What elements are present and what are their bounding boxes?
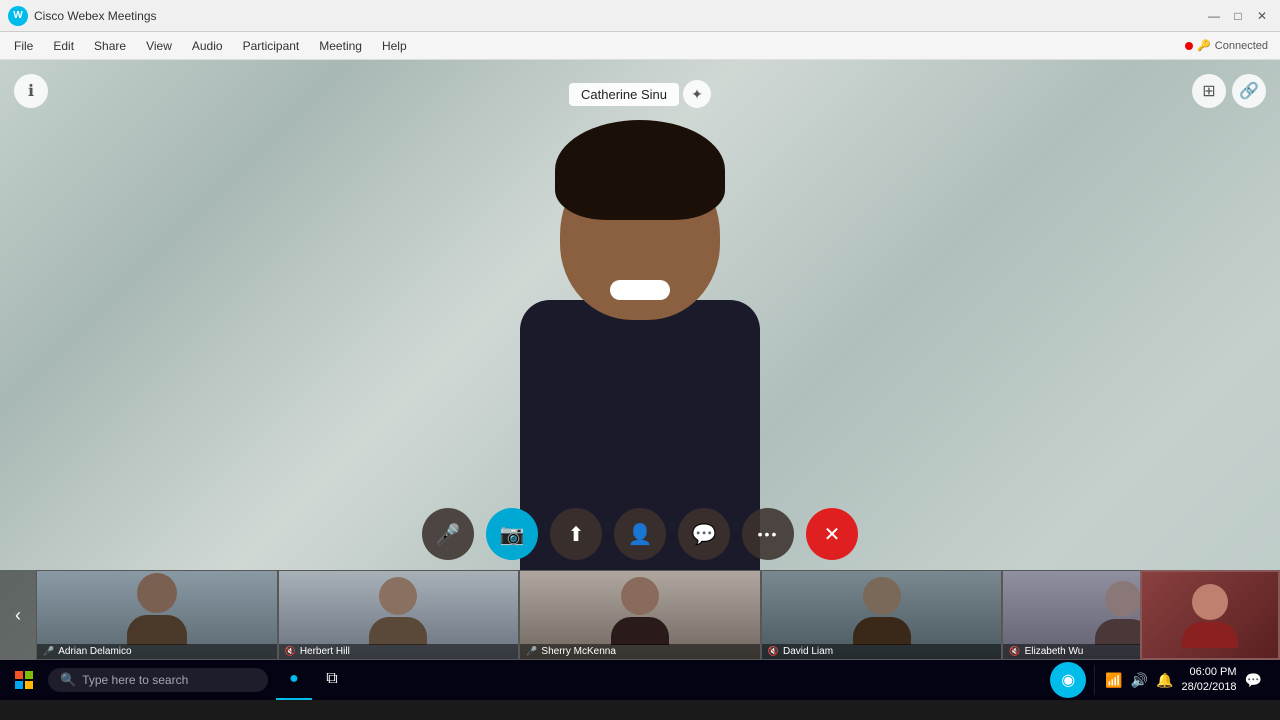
participant-tile-1[interactable]: 🎤 Adrian Delamico bbox=[36, 570, 278, 660]
menu-help[interactable]: Help bbox=[372, 37, 417, 55]
lock-icon: 🔑 bbox=[1197, 39, 1211, 52]
participant-tile-3[interactable]: 🎤 Sherry McKenna bbox=[519, 570, 761, 660]
menu-share[interactable]: Share bbox=[84, 37, 136, 55]
strip-prev-button[interactable]: ‹ bbox=[0, 570, 36, 660]
pin-icon: ✦ bbox=[691, 86, 703, 103]
webex-icon: ● bbox=[289, 670, 299, 688]
connection-badge: 🔑 Connected bbox=[1185, 39, 1276, 52]
presenter-name-badge: Catherine Sinu ✦ bbox=[569, 80, 711, 108]
connection-label: Connected bbox=[1215, 40, 1268, 52]
more-icon: ••• bbox=[758, 526, 779, 542]
info-icon: ℹ bbox=[28, 81, 34, 101]
presenter-name-label: Catherine Sinu bbox=[569, 83, 679, 106]
end-call-button[interactable]: ✕ bbox=[806, 508, 858, 560]
participant-strip: ‹ 🎤 Adrian Delamico bbox=[0, 570, 1280, 660]
app-title: Cisco Webex Meetings bbox=[34, 9, 1204, 23]
grid-icon: ⊞ bbox=[1202, 81, 1215, 101]
window-controls: ― □ ✕ bbox=[1204, 6, 1272, 26]
menu-view[interactable]: View bbox=[136, 37, 182, 55]
connection-dot bbox=[1185, 42, 1193, 50]
participant-tile-2[interactable]: 🔇 Herbert Hill bbox=[278, 570, 520, 660]
cortana-icon-symbol: ◉ bbox=[1061, 670, 1075, 690]
self-view bbox=[1140, 570, 1280, 660]
time-display: 06:00 PM bbox=[1182, 665, 1237, 680]
top-right-controls: ⊞ 🔗 bbox=[1192, 74, 1266, 108]
mic-off-icon-2: 🔇 bbox=[285, 646, 296, 657]
participants-list: 🎤 Adrian Delamico 🔇 Herbert Hill bbox=[36, 570, 1244, 660]
participant-name-4: David Liam bbox=[783, 646, 833, 657]
participant-name-3: Sherry McKenna bbox=[541, 646, 615, 657]
chat-icon: 💬 bbox=[692, 522, 717, 547]
more-button[interactable]: ••• bbox=[742, 508, 794, 560]
link-icon: 🔗 bbox=[1239, 81, 1259, 101]
video-button[interactable]: 📷 bbox=[486, 508, 538, 560]
participant-name-5: Elizabeth Wu bbox=[1025, 646, 1084, 657]
menu-meeting[interactable]: Meeting bbox=[309, 37, 372, 55]
taskbar-right: ◉ 📶 🔊 🔔 06:00 PM 28/02/2018 💬 bbox=[1046, 662, 1280, 698]
app-icon: W bbox=[8, 6, 28, 26]
chevron-left-icon: ‹ bbox=[15, 605, 21, 626]
volume-icon[interactable]: 🔊 bbox=[1131, 672, 1148, 689]
taskbar-search[interactable]: 🔍 bbox=[48, 668, 268, 692]
desktop-icon: ⧉ bbox=[326, 670, 337, 688]
taskbar-desktop[interactable]: ⧉ bbox=[314, 660, 350, 700]
menu-file[interactable]: File bbox=[4, 37, 43, 55]
grid-view-button[interactable]: ⊞ bbox=[1192, 74, 1226, 108]
main-video-area: ℹ Catherine Sinu ✦ ⊞ 🔗 🎤 📷 ⬆ 👤 💬 bbox=[0, 60, 1280, 660]
search-icon: 🔍 bbox=[60, 672, 76, 688]
participant-tile-4[interactable]: 🔇 David Liam bbox=[761, 570, 1003, 660]
notification-icon[interactable]: 🔔 bbox=[1156, 672, 1173, 689]
end-icon: ✕ bbox=[824, 522, 841, 547]
menu-participant[interactable]: Participant bbox=[233, 37, 310, 55]
search-input[interactable] bbox=[82, 673, 242, 687]
camera-icon: 📷 bbox=[500, 522, 525, 547]
control-bar: 🎤 📷 ⬆ 👤 💬 ••• ✕ bbox=[422, 508, 858, 560]
minimize-button[interactable]: ― bbox=[1204, 6, 1224, 26]
taskbar-webex[interactable]: ● bbox=[276, 660, 312, 700]
start-button[interactable] bbox=[0, 660, 48, 700]
microphone-icon: 🎤 bbox=[436, 522, 461, 547]
taskbar-apps: ● ⧉ bbox=[276, 660, 350, 700]
mic-off-icon-4: 🔇 bbox=[768, 646, 779, 657]
date-display: 28/02/2018 bbox=[1182, 680, 1237, 695]
link-button[interactable]: 🔗 bbox=[1232, 74, 1266, 108]
pin-button[interactable]: ✦ bbox=[683, 80, 711, 108]
title-bar: W Cisco Webex Meetings ― □ ✕ bbox=[0, 0, 1280, 32]
info-button[interactable]: ℹ bbox=[14, 74, 48, 108]
mic-icon-1: 🎤 bbox=[43, 646, 54, 657]
participants-button[interactable]: 👤 bbox=[614, 508, 666, 560]
share-button[interactable]: ⬆ bbox=[550, 508, 602, 560]
windows-logo-icon bbox=[15, 671, 33, 689]
mute-button[interactable]: 🎤 bbox=[422, 508, 474, 560]
system-tray: 📶 🔊 🔔 06:00 PM 28/02/2018 💬 bbox=[1094, 665, 1272, 696]
participants-icon: 👤 bbox=[628, 522, 653, 547]
participant-name-2: Herbert Hill bbox=[300, 646, 350, 657]
menu-edit[interactable]: Edit bbox=[43, 37, 84, 55]
action-center-icon[interactable]: 💬 bbox=[1245, 672, 1262, 689]
share-icon: ⬆ bbox=[568, 522, 585, 547]
close-button[interactable]: ✕ bbox=[1252, 6, 1272, 26]
cortana-button[interactable]: ◉ bbox=[1050, 662, 1086, 698]
menu-audio[interactable]: Audio bbox=[182, 37, 233, 55]
taskbar: 🔍 ● ⧉ ◉ 📶 🔊 🔔 06:00 PM 28/02/2018 💬 bbox=[0, 660, 1280, 700]
maximize-button[interactable]: □ bbox=[1228, 6, 1248, 26]
clock: 06:00 PM 28/02/2018 bbox=[1182, 665, 1237, 696]
participant-name-1: Adrian Delamico bbox=[58, 646, 131, 657]
chat-button[interactable]: 💬 bbox=[678, 508, 730, 560]
mic-icon-3: 🎤 bbox=[526, 646, 537, 657]
network-icon[interactable]: 📶 bbox=[1105, 672, 1122, 689]
mic-off-icon-5: 🔇 bbox=[1009, 646, 1020, 657]
menu-bar: File Edit Share View Audio Participant M… bbox=[0, 32, 1280, 60]
